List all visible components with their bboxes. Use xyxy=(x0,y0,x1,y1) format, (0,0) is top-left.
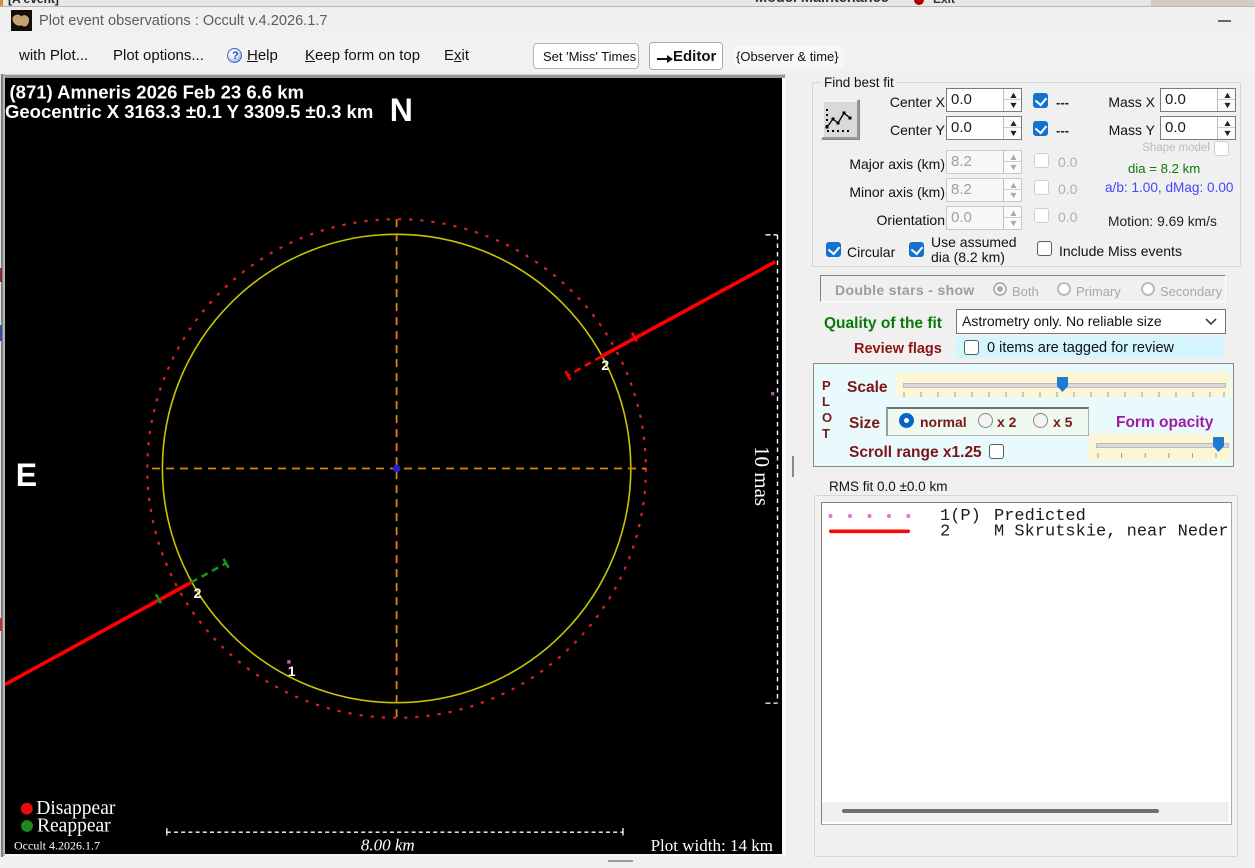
svg-text:N: N xyxy=(390,92,413,128)
svg-text:1: 1 xyxy=(288,663,296,679)
svg-text:Occult 4.2026.1.7: Occult 4.2026.1.7 xyxy=(14,838,100,852)
svg-text:Reappear: Reappear xyxy=(37,816,111,837)
svg-text:E: E xyxy=(16,457,37,493)
svg-text:2: 2 xyxy=(194,585,202,601)
svg-text:8.00 km: 8.00 km xyxy=(361,836,415,855)
svg-text:Geocentric X 3163.3 ±0.1 Y 3: Geocentric X 3163.3 ±0.1 Y 3309.5 ±0.3 k… xyxy=(5,101,373,122)
svg-text:2: 2 xyxy=(601,357,609,373)
svg-text:Plot width: 14 km: Plot width: 14 km xyxy=(651,836,773,854)
svg-text:2: 2 xyxy=(940,523,950,542)
svg-text:10 mas: 10 mas xyxy=(750,446,774,506)
svg-text:(871) Amneris 2026 Feb 23 6: (871) Amneris 2026 Feb 23 6.6 km xyxy=(10,81,304,102)
svg-text:M Skrutskie, near Neder: M Skrutskie, near Neder xyxy=(994,523,1229,542)
